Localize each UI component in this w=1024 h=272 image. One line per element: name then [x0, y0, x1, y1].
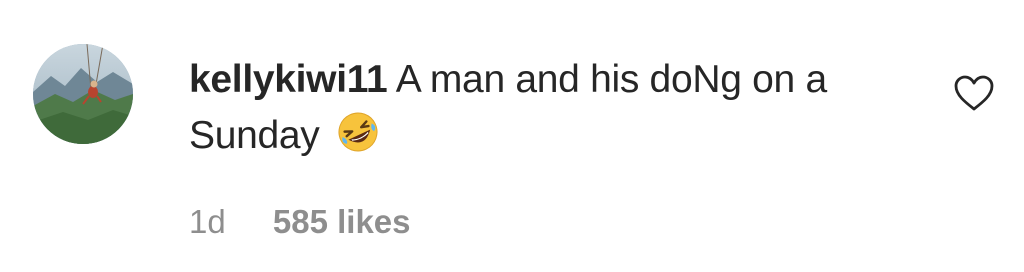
- rolling-on-floor-laughing-emoji: [338, 112, 378, 152]
- comment-username[interactable]: kellykiwi11: [189, 58, 388, 101]
- comment-likes-count[interactable]: 585 likes: [273, 203, 411, 240]
- comment: kellykiwi11 A man and his doNg on a Sund…: [0, 0, 1024, 272]
- comment-meta: 1d 585 likes: [189, 203, 411, 241]
- comment-body: kellykiwi11 A man and his doNg on a Sund…: [189, 52, 919, 164]
- heart-outline-icon[interactable]: [953, 74, 995, 112]
- avatar[interactable]: [33, 44, 133, 144]
- comment-time[interactable]: 1d: [189, 203, 226, 240]
- avatar-image: [33, 44, 133, 144]
